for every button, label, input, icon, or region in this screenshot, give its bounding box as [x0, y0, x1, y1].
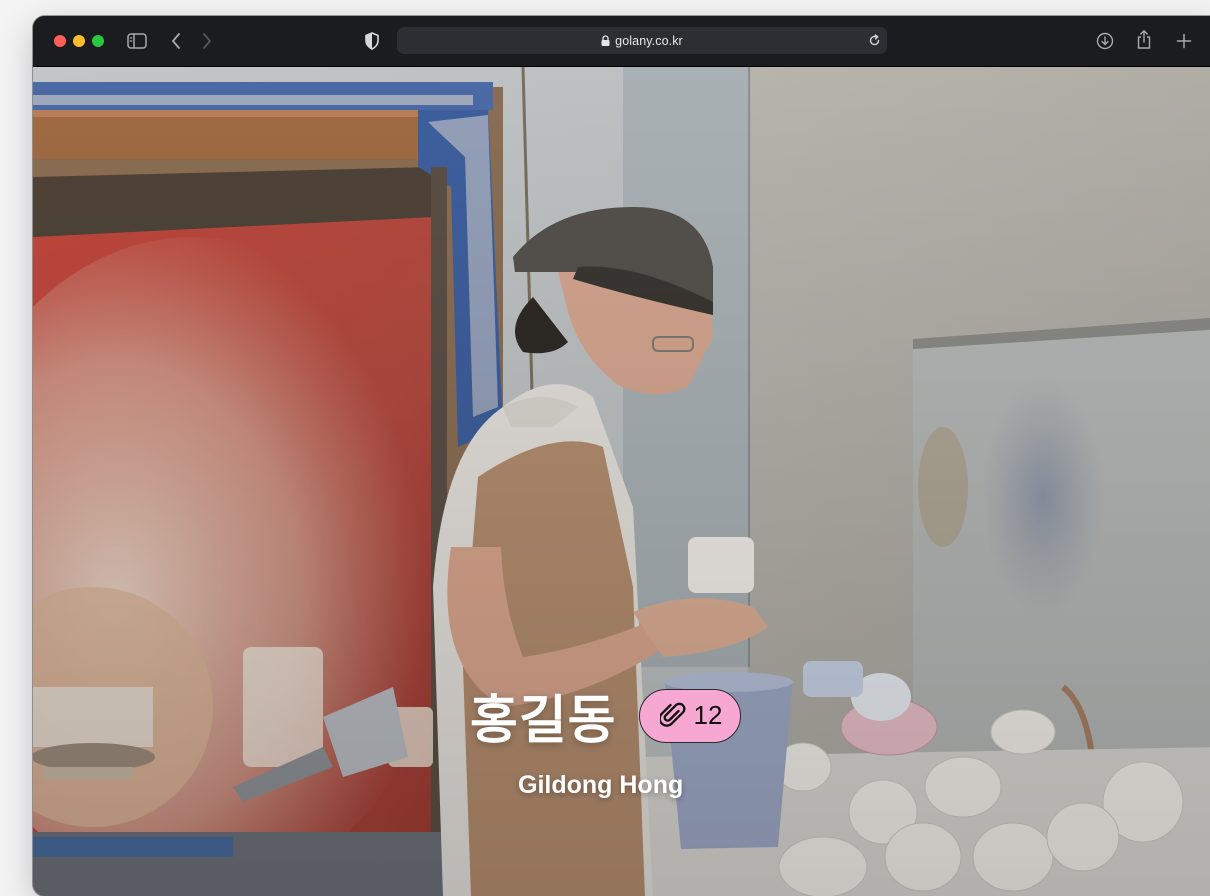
close-window-button[interactable] [54, 35, 66, 47]
paperclip-icon [659, 702, 686, 727]
browser-toolbar: golany.co.kr [33, 16, 1210, 67]
attachment-count-badge[interactable]: 12 [638, 688, 742, 743]
sidebar-icon[interactable] [127, 33, 147, 49]
zoom-window-button[interactable] [92, 35, 104, 47]
download-icon[interactable] [1096, 32, 1114, 50]
back-icon[interactable] [170, 32, 182, 50]
url-text: golany.co.kr [615, 33, 683, 48]
new-tab-icon[interactable] [1176, 33, 1192, 49]
attachment-count: 12 [693, 700, 723, 730]
share-icon[interactable] [1136, 29, 1152, 50]
minimize-window-button[interactable] [73, 35, 85, 47]
profile-name-korean: 홍길동 [470, 691, 617, 751]
profile-title: 홍길동 12 [470, 678, 742, 753]
forward-icon[interactable] [201, 32, 213, 50]
address-bar[interactable]: golany.co.kr [397, 27, 887, 54]
lock-icon [601, 35, 610, 46]
profile-name-english: Gildong Hong [518, 771, 684, 799]
reload-icon[interactable] [868, 34, 881, 47]
privacy-shield-icon[interactable] [364, 31, 380, 51]
browser-window: golany.co.kr [33, 16, 1210, 896]
